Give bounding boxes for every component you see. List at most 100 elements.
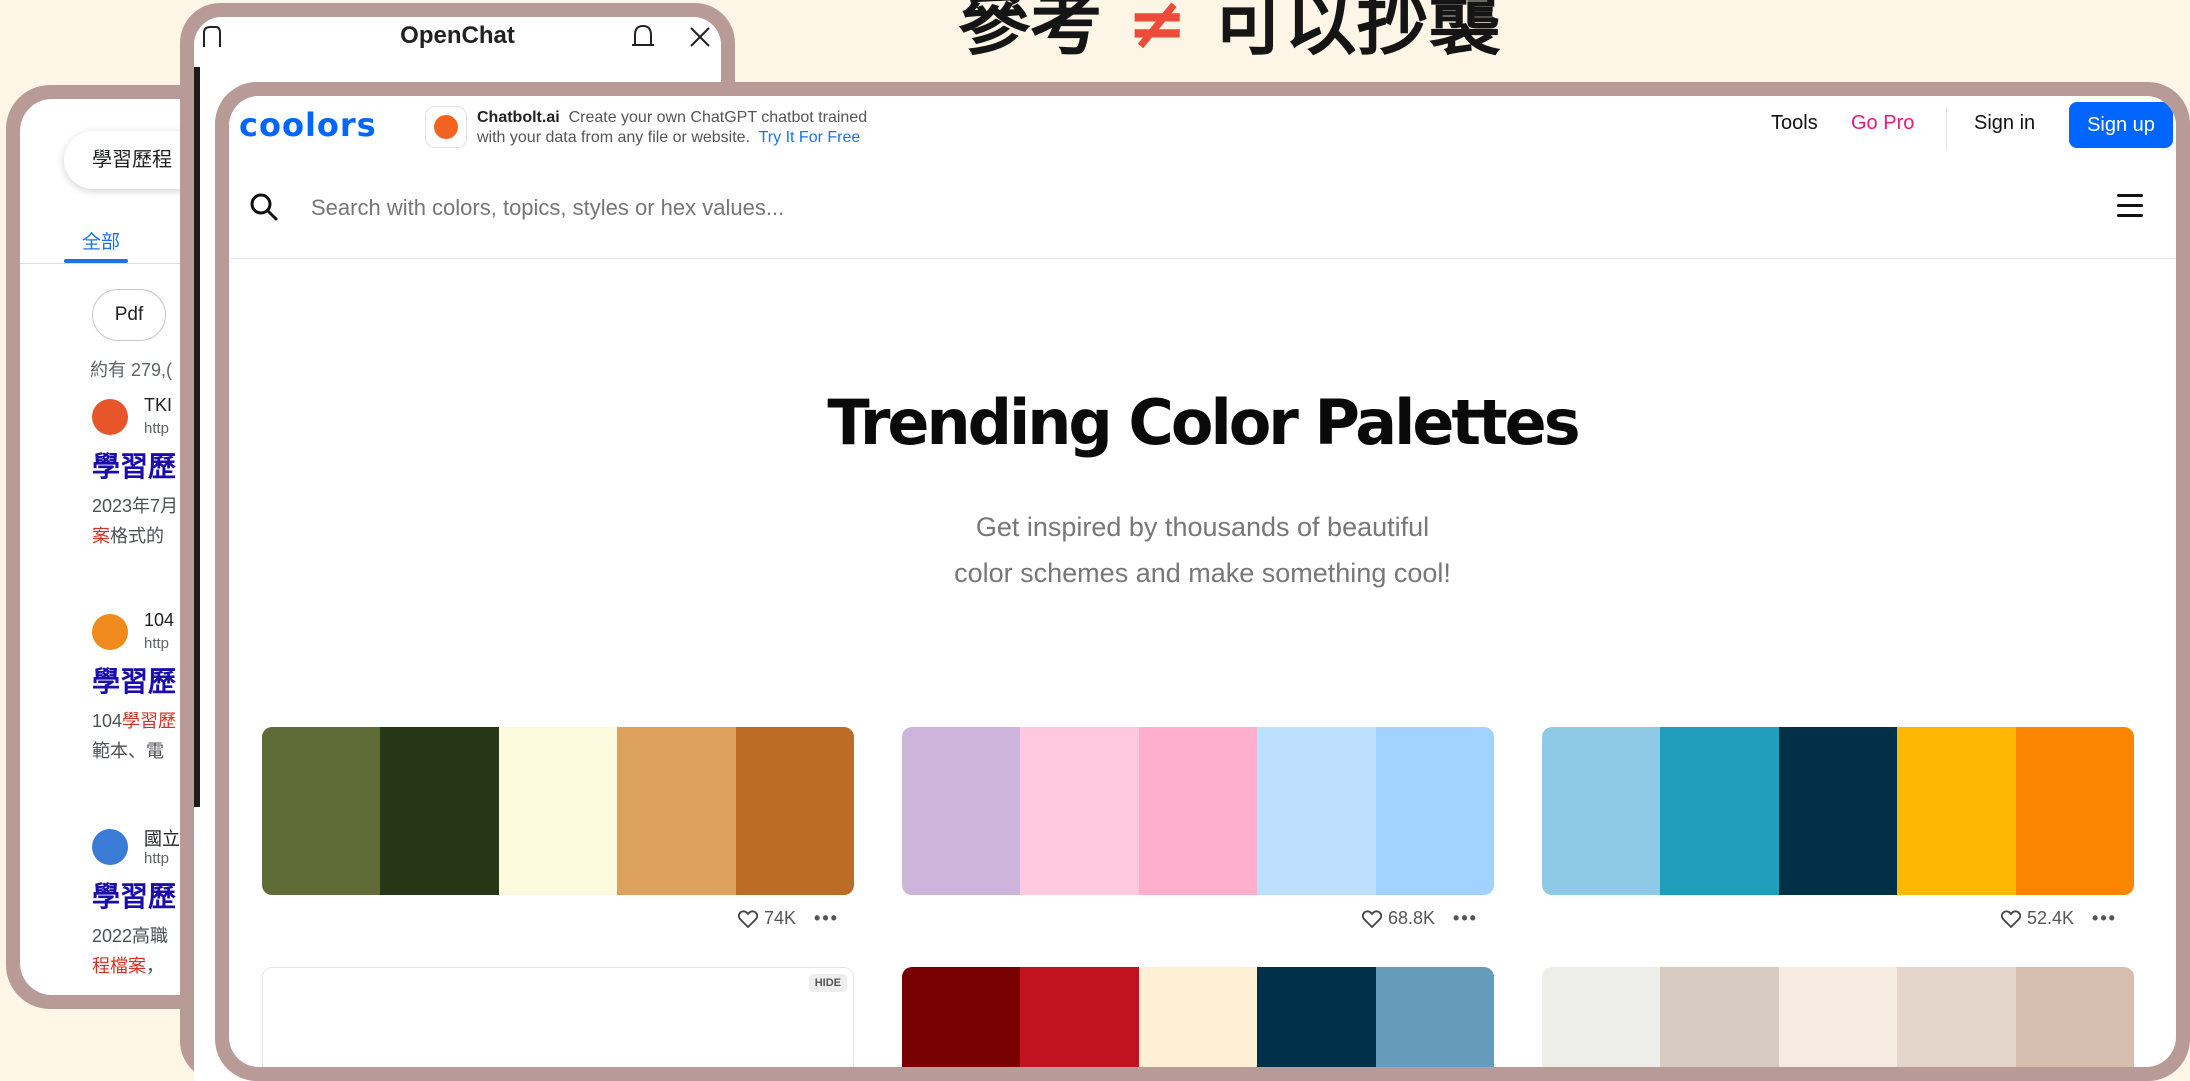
tab-all[interactable]: 全部 bbox=[82, 227, 120, 254]
page-title: Trending Color Palettes bbox=[827, 386, 1580, 459]
result-title[interactable]: 學習歷 bbox=[92, 445, 176, 485]
color-swatch[interactable] bbox=[1020, 727, 1139, 895]
palette-card[interactable] bbox=[1542, 967, 2134, 1067]
hamburger-menu-icon[interactable] bbox=[2117, 194, 2143, 218]
slide-headline: 參考 ≠ 可以抄襲 bbox=[958, 0, 1598, 68]
color-swatch[interactable] bbox=[1660, 727, 1779, 895]
chatbolt-logo-icon[interactable] bbox=[425, 106, 467, 148]
nav-go-pro[interactable]: Go Pro bbox=[1851, 112, 1914, 135]
color-swatch[interactable] bbox=[1020, 967, 1139, 1067]
sign-in-link[interactable]: Sign in bbox=[1974, 112, 2035, 135]
not-equal-symbol: ≠ bbox=[1127, 0, 1188, 65]
headline-right: 可以抄襲 bbox=[1212, 0, 1501, 65]
color-swatch[interactable] bbox=[1138, 967, 1258, 1067]
color-swatch[interactable] bbox=[1257, 967, 1376, 1067]
snippet-highlight: 案 bbox=[92, 526, 110, 546]
headline-left: 參考 bbox=[958, 0, 1103, 65]
more-options-icon[interactable]: ••• bbox=[814, 908, 839, 928]
snippet-line: 2023年7月 bbox=[92, 496, 179, 516]
result-url: http bbox=[144, 850, 170, 867]
top-navbar: coolors Chatbolt.ai Create your own Chat… bbox=[229, 96, 2176, 159]
color-swatch[interactable] bbox=[1257, 727, 1376, 895]
snippet-line: 格式的 bbox=[110, 526, 164, 546]
like-count: 74K bbox=[764, 908, 797, 928]
result-count: 約有 279,( bbox=[90, 360, 173, 380]
result-url: http bbox=[144, 420, 170, 437]
snippet-highlight: 學習歷 bbox=[122, 711, 177, 731]
result-site: TKI bbox=[144, 395, 173, 415]
palette-card[interactable] bbox=[902, 727, 1494, 895]
heart-icon[interactable] bbox=[738, 910, 758, 929]
page-subtitle: Get inspired by thousands of beautiful c… bbox=[229, 504, 2176, 596]
snippet-line: 範本、電 bbox=[92, 741, 164, 761]
color-swatch[interactable] bbox=[1375, 967, 1494, 1067]
result-url: http bbox=[144, 635, 170, 652]
coolors-page: coolors Chatbolt.ai Create your own Chat… bbox=[229, 96, 2176, 1067]
nav-tools[interactable]: Tools bbox=[1771, 112, 1818, 135]
palette-card-ad[interactable]: HIDE bbox=[262, 967, 854, 1067]
snippet-line: 104 bbox=[92, 711, 123, 731]
palette-meta: 68.8K ••• bbox=[1362, 908, 1478, 929]
color-swatch[interactable] bbox=[1660, 967, 1779, 1067]
color-swatch[interactable] bbox=[617, 727, 736, 895]
chat-content-edge bbox=[194, 67, 200, 807]
color-swatch[interactable] bbox=[380, 727, 499, 895]
palette-card[interactable] bbox=[1542, 727, 2134, 895]
snippet-highlight: 程檔案 bbox=[92, 956, 146, 976]
result-title[interactable]: 學習歷 bbox=[92, 660, 176, 700]
nav-separator bbox=[1946, 106, 1947, 148]
search-input[interactable] bbox=[309, 184, 1513, 232]
result-site: 104 bbox=[144, 610, 175, 630]
like-count: 68.8K bbox=[1388, 908, 1436, 928]
result-site: 國立 bbox=[144, 829, 180, 849]
color-swatch[interactable] bbox=[902, 727, 1021, 895]
ad-cta-link[interactable]: Try It For Free bbox=[759, 129, 861, 146]
ad-line1: Create your own ChatGPT chatbot trained bbox=[568, 109, 868, 126]
more-options-icon[interactable]: ••• bbox=[1453, 908, 1478, 928]
search-bar bbox=[229, 158, 2176, 259]
color-swatch[interactable] bbox=[902, 967, 1021, 1067]
site-favicon-icon bbox=[92, 399, 128, 435]
snippet-line: 2022高職 bbox=[92, 926, 169, 946]
ad-brand: Chatbolt.ai bbox=[477, 109, 560, 126]
result-snippet: 2023年7月 案格式的 bbox=[92, 491, 178, 551]
palette-card[interactable] bbox=[262, 727, 854, 895]
color-swatch[interactable] bbox=[1778, 967, 1898, 1067]
color-swatch[interactable] bbox=[2015, 727, 2134, 895]
color-swatch[interactable] bbox=[1138, 727, 1258, 895]
result-title[interactable]: 學習歷 bbox=[92, 875, 176, 915]
close-icon[interactable] bbox=[688, 25, 712, 49]
coolors-logo[interactable]: coolors bbox=[239, 106, 377, 144]
color-swatch[interactable] bbox=[1778, 727, 1898, 895]
result-snippet: 104學習歷 範本、電 bbox=[92, 706, 176, 766]
search-icon bbox=[250, 193, 278, 221]
color-swatch[interactable] bbox=[1542, 727, 1661, 895]
palette-card[interactable] bbox=[902, 967, 1494, 1067]
subtitle-line2: color schemes and make something cool! bbox=[954, 558, 1451, 588]
sponsored-ad[interactable]: Chatbolt.ai Create your own ChatGPT chat… bbox=[477, 108, 867, 148]
bell-icon[interactable] bbox=[630, 23, 656, 49]
color-swatch[interactable] bbox=[498, 727, 618, 895]
color-swatch[interactable] bbox=[735, 727, 854, 895]
color-swatch[interactable] bbox=[1375, 727, 1494, 895]
openchat-titlebar: OpenChat bbox=[194, 17, 721, 67]
color-swatch[interactable] bbox=[2015, 967, 2134, 1067]
result-snippet: 2022高職 程檔案， bbox=[92, 921, 168, 981]
color-swatch[interactable] bbox=[1897, 967, 2016, 1067]
color-swatch[interactable] bbox=[1542, 967, 1661, 1067]
color-swatch[interactable] bbox=[262, 727, 381, 895]
snippet-line: ， bbox=[146, 956, 164, 976]
more-options-icon[interactable]: ••• bbox=[2092, 908, 2117, 928]
palette-meta: 52.4K ••• bbox=[2001, 908, 2117, 929]
color-swatch[interactable] bbox=[1897, 727, 2016, 895]
heart-icon[interactable] bbox=[2001, 910, 2021, 929]
hide-button[interactable]: HIDE bbox=[808, 974, 847, 992]
site-favicon-icon bbox=[92, 829, 128, 865]
heart-icon[interactable] bbox=[1362, 910, 1382, 929]
ad-line2: with your data from any file or website. bbox=[477, 129, 751, 146]
filter-chip-pdf[interactable]: Pdf bbox=[92, 289, 166, 341]
coolors-window: coolors Chatbolt.ai Create your own Chat… bbox=[215, 82, 2190, 1081]
site-favicon-icon bbox=[92, 614, 128, 650]
palette-meta: 74K ••• bbox=[738, 908, 839, 929]
sign-up-button[interactable]: Sign up bbox=[2069, 102, 2173, 148]
